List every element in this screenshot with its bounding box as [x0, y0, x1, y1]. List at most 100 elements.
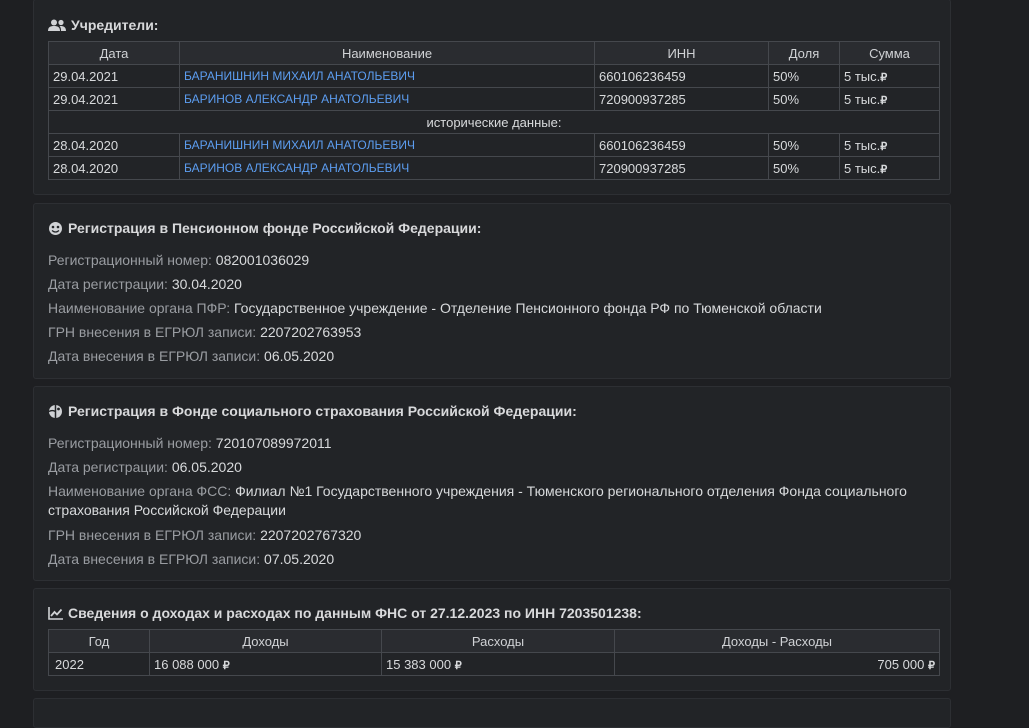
founder-date: 29.04.2021: [48, 64, 180, 88]
field-value: 720107089972011: [215, 435, 332, 451]
finance-table: Год Доходы Расходы Доходы - Расходы 2022…: [48, 629, 940, 676]
founder-sum: 5 тыс.₽: [839, 133, 940, 157]
founder-sum: 5 тыс.₽: [839, 64, 940, 88]
founder-name-link[interactable]: БАРИНОВ АЛЕКСАНДР АНАТОЛЬЕВИЧ: [179, 156, 595, 180]
founder-date: 29.04.2021: [48, 87, 180, 111]
field-label: Наименование органа ПФР:: [48, 300, 231, 316]
field-value: 2207202767320: [260, 527, 362, 543]
founder-inn: 720900937285: [594, 156, 769, 180]
table-row: 28.04.2020 БАРАНИШНИН МИХАИЛ АНАТОЛЬЕВИЧ…: [48, 133, 940, 157]
finance-header-row: Год Доходы Расходы Доходы - Расходы: [48, 629, 940, 653]
col-name: Наименование: [179, 41, 595, 65]
field-value: 06.05.2020: [264, 348, 335, 364]
founder-share: 50%: [768, 156, 840, 180]
founder-sum-value: 5 тыс.: [844, 160, 881, 176]
founder-inn: 720900937285: [594, 87, 769, 111]
pfr-grn: ГРН внесения в ЕГРЮЛ записи: 22072027639…: [48, 320, 936, 344]
ruble-icon: ₽: [880, 163, 888, 176]
col-diff: Доходы - Расходы: [614, 629, 940, 653]
finance-title: Сведения о доходах и расходах по данным …: [48, 603, 936, 623]
users-icon: [48, 19, 66, 31]
finance-income: 16 088 000 ₽: [149, 652, 382, 676]
col-year: Год: [48, 629, 150, 653]
founder-name-link[interactable]: БАРАНИШНИН МИХАИЛ АНАТОЛЬЕВИЧ: [179, 64, 595, 88]
field-value: 082001036029: [215, 252, 310, 268]
field-value: 07.05.2020: [264, 551, 335, 567]
founder-inn: 660106236459: [594, 64, 769, 88]
field-label: Регистрационный номер:: [48, 252, 212, 268]
table-row: 2022 16 088 000 ₽ 15 383 000 ₽ 705 000 ₽: [48, 652, 940, 676]
field-label: ГРН внесения в ЕГРЮЛ записи:: [48, 324, 257, 340]
finance-income-value: 16 088 000: [154, 656, 220, 672]
founder-sum-value: 5 тыс.: [844, 91, 881, 107]
field-label: Дата регистрации:: [48, 459, 168, 475]
ruble-icon: ₽: [454, 659, 462, 672]
founders-table: Дата Наименование ИНН Доля Сумма 29.04.2…: [48, 41, 940, 180]
col-share: Доля: [768, 41, 840, 65]
founder-name-link[interactable]: БАРАНИШНИН МИХАИЛ АНАТОЛЬЕВИЧ: [179, 133, 595, 157]
pfr-card: Регистрация в Пенсионном фонде Российско…: [33, 203, 951, 379]
next-card: [33, 698, 951, 728]
field-label: Дата внесения в ЕГРЮЛ записи:: [48, 348, 261, 364]
founders-card: Учредители: Дата Наименование ИНН Доля С…: [33, 0, 951, 195]
founder-share: 50%: [768, 87, 840, 111]
founder-inn: 660106236459: [594, 133, 769, 157]
table-row: 29.04.2021 БАРИНОВ АЛЕКСАНДР АНАТОЛЬЕВИЧ…: [48, 87, 940, 111]
finance-expenses-value: 15 383 000: [386, 656, 452, 672]
pfr-reg-number: Регистрационный номер: 082001036029: [48, 248, 936, 272]
col-income: Доходы: [149, 629, 382, 653]
finance-expenses: 15 383 000 ₽: [381, 652, 615, 676]
fss-egrul-date: Дата внесения в ЕГРЮЛ записи: 07.05.2020: [48, 547, 936, 571]
founders-title: Учредители:: [48, 15, 936, 35]
field-label: Регистрационный номер:: [48, 435, 212, 451]
ruble-icon: ₽: [880, 140, 888, 153]
fss-reg-date: Дата регистрации: 06.05.2020: [48, 455, 936, 479]
fss-card: Регистрация в Фонде социального страхова…: [33, 386, 951, 581]
founders-title-text: Учредители:: [71, 17, 159, 33]
founder-sum: 5 тыс.₽: [839, 87, 940, 111]
field-label: Дата регистрации:: [48, 276, 168, 292]
ruble-icon: ₽: [928, 659, 935, 672]
table-row: 29.04.2021 БАРАНИШНИН МИХАИЛ АНАТОЛЬЕВИЧ…: [48, 64, 940, 88]
founder-sum-value: 5 тыс.: [844, 137, 881, 153]
field-label: Дата внесения в ЕГРЮЛ записи:: [48, 551, 261, 567]
pfr-title: Регистрация в Пенсионном фонде Российско…: [48, 218, 936, 238]
founder-name-link[interactable]: БАРИНОВ АЛЕКСАНДР АНАТОЛЬЕВИЧ: [179, 87, 595, 111]
fss-grn: ГРН внесения в ЕГРЮЛ записи: 22072027673…: [48, 523, 936, 547]
founder-sum: 5 тыс.₽: [839, 156, 940, 180]
historic-row: исторические данные:: [48, 110, 940, 134]
col-inn: ИНН: [594, 41, 769, 65]
fss-reg-number: Регистрационный номер: 720107089972011: [48, 431, 936, 455]
founder-share: 50%: [768, 133, 840, 157]
pfr-title-text: Регистрация в Пенсионном фонде Российско…: [68, 220, 482, 236]
fss-title-text: Регистрация в Фонде социального страхова…: [68, 403, 577, 419]
table-row: 28.04.2020 БАРИНОВ АЛЕКСАНДР АНАТОЛЬЕВИЧ…: [48, 156, 940, 180]
field-value: 06.05.2020: [171, 459, 242, 475]
finance-card: Сведения о доходах и расходах по данным …: [33, 588, 951, 691]
founder-share: 50%: [768, 64, 840, 88]
pension-fund-icon: [49, 221, 62, 235]
line-chart-icon: [48, 606, 63, 620]
finance-year: 2022: [48, 652, 150, 676]
finance-diff-value: 705 000: [877, 656, 925, 672]
ruble-icon: ₽: [880, 94, 888, 107]
field-value: 2207202763953: [260, 324, 362, 340]
ruble-icon: ₽: [880, 71, 888, 84]
col-expenses: Расходы: [381, 629, 615, 653]
field-value: 30.04.2020: [171, 276, 242, 292]
field-value: Государственное учреждение - Отделение П…: [234, 300, 822, 316]
founder-date: 28.04.2020: [48, 133, 180, 157]
founders-header-row: Дата Наименование ИНН Доля Сумма: [48, 41, 940, 65]
fss-org: Наименование органа ФСС: Филиал №1 Госуд…: [48, 479, 936, 523]
col-date: Дата: [48, 41, 180, 65]
field-label: ГРН внесения в ЕГРЮЛ записи:: [48, 527, 257, 543]
finance-diff: 705 000 ₽: [614, 652, 940, 676]
field-label: Наименование органа ФСС:: [48, 483, 232, 499]
pfr-reg-date: Дата регистрации: 30.04.2020: [48, 272, 936, 296]
founder-date: 28.04.2020: [48, 156, 180, 180]
founder-sum-value: 5 тыс.: [844, 68, 881, 84]
finance-title-text: Сведения о доходах и расходах по данным …: [68, 605, 642, 621]
col-sum: Сумма: [839, 41, 940, 65]
fss-title: Регистрация в Фонде социального страхова…: [48, 401, 936, 421]
ruble-icon: ₽: [222, 659, 230, 672]
